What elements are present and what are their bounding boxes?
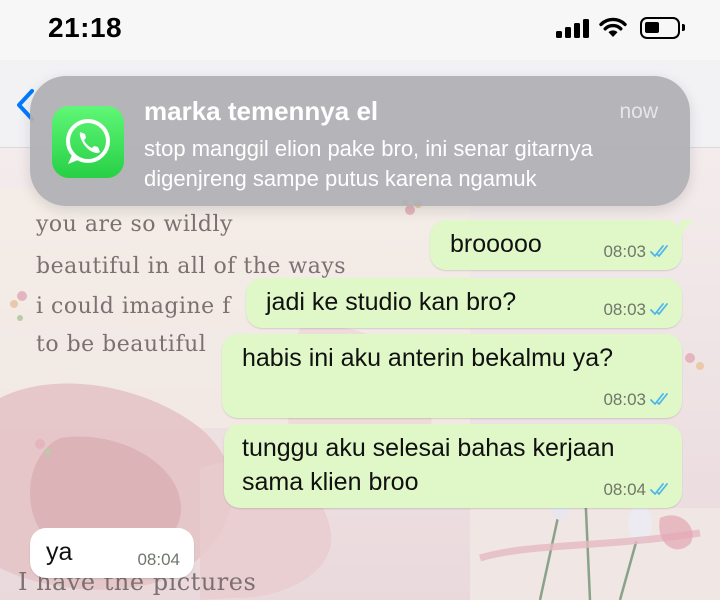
bubble-tail xyxy=(680,220,694,238)
message-bubble-outgoing[interactable]: tunggu aku selesai bahas kerjaan sama kl… xyxy=(224,424,682,508)
message-time: 08:04 xyxy=(603,480,646,499)
battery-icon xyxy=(640,17,685,39)
message-text: habis ini aku anterin bekalmu ya? xyxy=(242,344,614,372)
message-text: ya xyxy=(46,538,73,566)
notification-banner[interactable]: marka temennya el now stop manggil elion… xyxy=(30,76,690,206)
message-time: 08:03 xyxy=(603,390,646,409)
wallpaper-line: i could imagine f xyxy=(36,294,231,319)
message-bubble-outgoing[interactable]: brooooo 08:03 xyxy=(430,220,682,270)
cellular-signal-icon xyxy=(556,18,590,38)
message-time: 08:03 xyxy=(603,300,646,319)
read-receipt-icon xyxy=(650,245,668,257)
wallpaper-line: beautiful in all of the ways xyxy=(36,254,347,279)
wallpaper-line: you are so wildly xyxy=(36,212,233,237)
message-time: 08:03 xyxy=(603,242,646,261)
read-receipt-icon xyxy=(650,303,668,315)
message-meta: 08:04 xyxy=(603,480,672,500)
notification-title: marka temennya el xyxy=(144,96,379,126)
wifi-icon xyxy=(599,17,627,37)
message-meta: 08:03 xyxy=(603,300,672,320)
message-time: 08:04 xyxy=(137,550,180,569)
whatsapp-icon xyxy=(52,106,124,178)
message-text: brooooo xyxy=(450,230,542,258)
message-bubble-outgoing[interactable]: habis ini aku anterin bekalmu ya? 08:03 xyxy=(222,334,682,418)
message-text-line: sama klien broo xyxy=(242,468,419,496)
message-meta: 08:03 xyxy=(603,390,672,410)
message-text-line: tunggu aku selesai bahas kerjaan xyxy=(242,434,615,462)
notification-body: stop manggil elion pake bro, ini senar g… xyxy=(144,136,593,191)
message-bubble-incoming[interactable]: ya 08:04 xyxy=(30,528,194,578)
read-receipt-icon xyxy=(650,393,668,405)
status-time: 21:18 xyxy=(48,12,123,43)
notification-time: now xyxy=(619,100,658,123)
wallpaper-line: to be beautiful xyxy=(36,332,207,357)
message-meta: 08:03 xyxy=(603,242,672,262)
status-bar: 21:18 xyxy=(0,0,720,60)
message-text: jadi ke studio kan bro? xyxy=(266,288,517,316)
message-bubble-outgoing[interactable]: jadi ke studio kan bro? 08:03 xyxy=(246,278,682,328)
read-receipt-icon xyxy=(650,483,668,495)
